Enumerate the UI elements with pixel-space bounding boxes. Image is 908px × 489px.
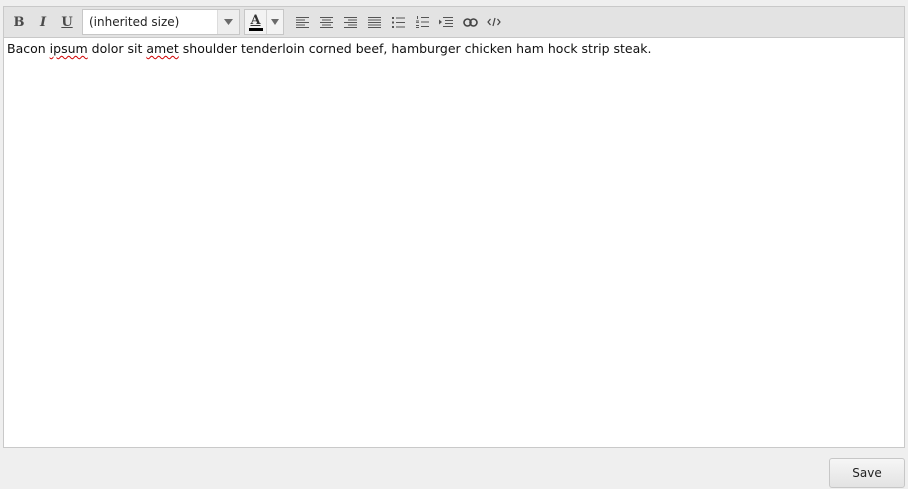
bold-button[interactable]: B (7, 10, 31, 34)
chevron-down-icon (271, 19, 279, 25)
align-left-button[interactable] (290, 10, 314, 34)
editor-toolbar: B I U (inherited size) A (4, 7, 904, 38)
source-code-icon (487, 17, 501, 27)
font-size-value: (inherited size) (89, 15, 180, 29)
link-icon (462, 17, 478, 27)
font-color-dropdown-arrow[interactable] (267, 10, 283, 34)
text-segment: Bacon (7, 41, 50, 56)
italic-button[interactable]: I (31, 10, 55, 34)
font-size-select[interactable]: (inherited size) (82, 9, 240, 35)
bulleted-list-button[interactable] (386, 10, 410, 34)
bold-label: B (13, 14, 25, 30)
indent-button[interactable] (434, 10, 458, 34)
numbered-list-icon (415, 16, 429, 28)
text-segment: shoulder tenderloin corned beef, hamburg… (178, 41, 652, 56)
align-left-icon (295, 16, 309, 28)
align-right-button[interactable] (338, 10, 362, 34)
underline-button[interactable]: U (55, 10, 79, 34)
font-color-letter: A (250, 12, 261, 28)
align-center-button[interactable] (314, 10, 338, 34)
indent-icon (439, 16, 453, 27)
save-button[interactable]: Save (829, 458, 905, 488)
insert-link-button[interactable] (458, 10, 482, 34)
editor-content[interactable]: Bacon ipsum dolor sit amet shoulder tend… (4, 38, 904, 446)
bulleted-list-icon (391, 16, 405, 28)
font-color-swatch (248, 27, 263, 31)
font-color-button[interactable]: A (245, 10, 267, 34)
align-justify-icon (367, 16, 381, 28)
align-center-icon (319, 16, 333, 28)
align-right-icon (343, 16, 357, 28)
align-justify-button[interactable] (362, 10, 386, 34)
chevron-down-icon (224, 19, 233, 25)
font-size-dropdown-arrow[interactable] (217, 10, 239, 34)
source-code-button[interactable] (482, 10, 506, 34)
italic-label: I (39, 14, 47, 30)
misspelled-word: ipsum (49, 41, 88, 56)
text-segment: dolor sit (87, 41, 147, 56)
numbered-list-button[interactable] (410, 10, 434, 34)
misspelled-word: amet (146, 41, 179, 56)
font-color-picker: A (244, 9, 284, 35)
underline-label: U (61, 14, 73, 30)
rich-text-editor: B I U (inherited size) A Bacon ipsum dol… (3, 6, 905, 448)
